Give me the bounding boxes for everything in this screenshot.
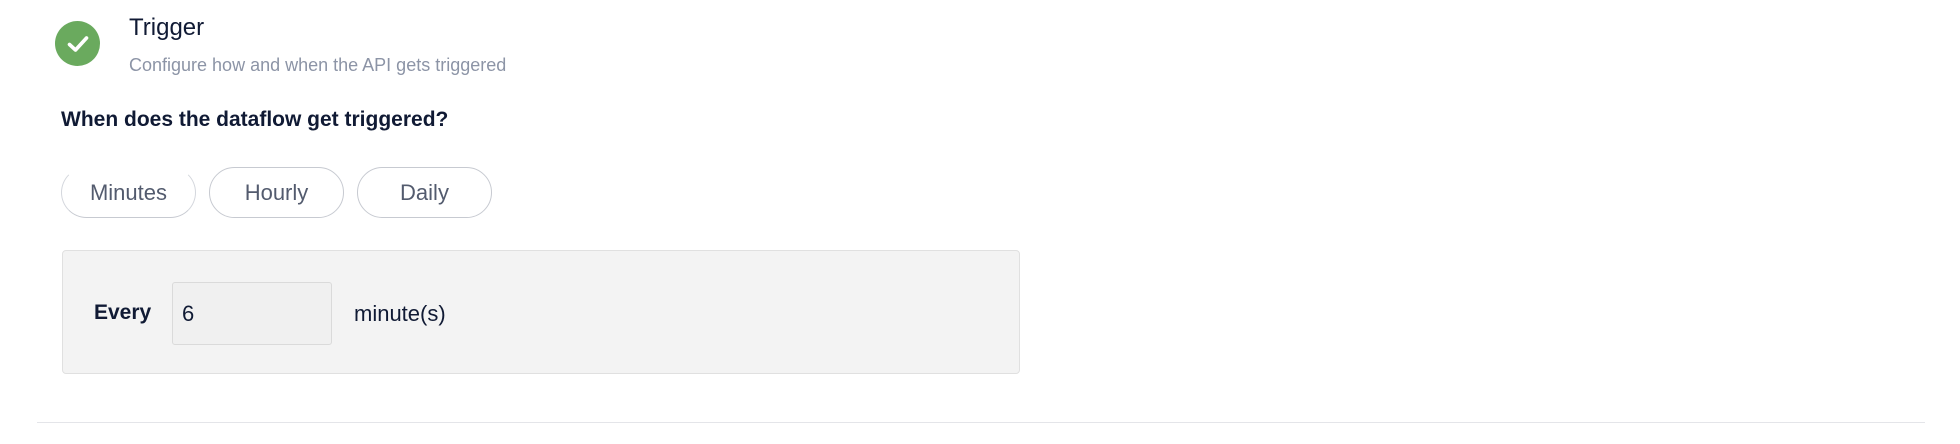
unit-label: minute(s) — [354, 301, 446, 326]
interval-input[interactable] — [172, 282, 332, 345]
every-label: Every — [94, 301, 152, 324]
schedule-panel: Every minute(s) — [62, 250, 1020, 374]
trigger-question: When does the dataflow get triggered? — [61, 108, 449, 131]
step-complete-icon — [55, 21, 100, 66]
option-minutes[interactable]: Minutes — [61, 167, 196, 218]
check-icon — [67, 35, 88, 52]
option-hourly[interactable]: Hourly — [209, 167, 344, 218]
option-daily[interactable]: Daily — [357, 167, 492, 218]
step-title: Trigger — [129, 14, 205, 41]
frequency-options: Minutes Hourly Daily — [61, 167, 492, 218]
section-divider — [37, 422, 1925, 423]
step-subtitle: Configure how and when the API gets trig… — [129, 55, 507, 75]
